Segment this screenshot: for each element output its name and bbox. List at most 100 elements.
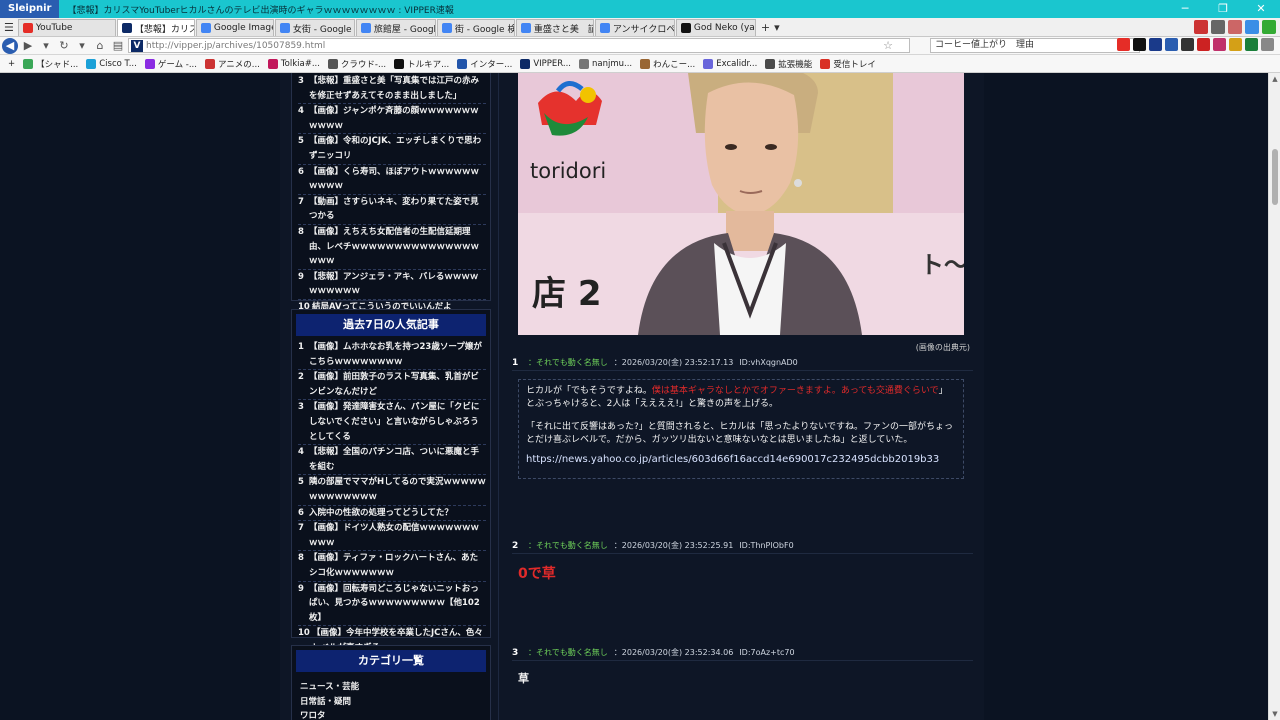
tab-list-icon[interactable]: ▾ — [774, 21, 780, 34]
ranking-item[interactable]: 3 【悲報】重盛さと美「写真集では江戸の赤みを修正せずあえてそのまま出しました」 — [298, 74, 486, 105]
bookmark-item[interactable]: インター... — [457, 58, 512, 70]
weekly-item[interactable]: 5 隣の部屋でママがHしてるので実況ｗｗｗｗｗｗｗｗｗｗｗｗｗ — [298, 475, 486, 506]
tab-google-image[interactable]: Google Image R... — [195, 19, 274, 36]
tab-google-ryokan[interactable]: 旅館屋 - Googl... — [355, 19, 436, 36]
tab-youtube[interactable]: YouTube — [17, 19, 116, 36]
ranking-item[interactable]: 6 【画像】くら寿司、ほぼアウトｗｗｗｗｗｗｗｗｗｗ — [298, 165, 486, 195]
app-logo[interactable]: Sleipnir — [0, 0, 60, 18]
weekly-item[interactable]: 3 【画像】発達障害女さん、パン屋に「クビにしないでください」と言いながらしゃぶろ… — [298, 400, 486, 446]
extension-icon[interactable] — [1197, 38, 1210, 51]
weekly-link[interactable]: 【画像】ムホホなお乳を持つ23歳ソープ嬢がこちらｗｗｗｗｗｗｗｗ — [309, 340, 486, 369]
weekly-link[interactable]: 入院中の性欲の処理ってどうしてた？ — [309, 506, 486, 521]
tab-google-onnagai[interactable]: 女街 - Google ... — [274, 19, 355, 36]
stop-icon[interactable]: ▾ — [74, 38, 90, 54]
ranking-link[interactable]: 【動画】さすらいネキ、変わり果てた姿で見つかる — [309, 195, 486, 224]
tab-label: 旅館屋 - Googl... — [373, 24, 436, 35]
image-credit-link[interactable]: (画像の出典元) — [916, 342, 970, 353]
reload-icon[interactable]: ↻ — [56, 38, 72, 54]
minimize-icon[interactable]: ─ — [1166, 0, 1204, 18]
weekly-item[interactable]: 1 【画像】ムホホなお乳を持つ23歳ソープ嬢がこちらｗｗｗｗｗｗｗｗ — [298, 340, 486, 371]
menu-icon[interactable]: ☰ — [4, 21, 14, 34]
bookmark-item[interactable]: Excalidr... — [703, 58, 757, 69]
tab-google-shigemori[interactable]: 重盛さと美 証... — [515, 19, 594, 36]
new-tab-icon[interactable]: + — [761, 21, 770, 34]
weekly-item[interactable]: 7 【画像】ドイツ人熟女の配信ｗｗｗｗｗｗｗｗｗｗ — [298, 521, 486, 552]
tab-x-god-neko[interactable]: God Neko (yaye... — [675, 19, 756, 36]
source-link[interactable]: https://news.yahoo.co.jp/articles/603d66… — [526, 454, 956, 467]
url-text[interactable]: http://vipper.jp/archives/10507859.html — [146, 41, 325, 51]
ranking-link[interactable]: 【画像】ジャンポケ斉藤の顔ｗｗｗｗｗｗｗｗｗｗｗ — [309, 104, 486, 133]
scroll-down-icon[interactable]: ▼ — [1269, 710, 1280, 718]
bookmark-item[interactable]: 【シャド... — [23, 58, 78, 70]
weekly-item[interactable]: 6 入院中の性欲の処理ってどうしてた？ — [298, 506, 486, 522]
bookmark-item[interactable]: Tolkia#... — [267, 58, 320, 69]
weekly-item[interactable]: 9 【画像】回転寿司どころじゃないニットおっぱい、見つかるｗｗｗｗｗｗｗｗｗ【他1… — [298, 582, 486, 627]
ranking-link[interactable]: 【悲報】アンジェラ・アキ、バレるｗｗｗｗｗｗｗｗｗｗ — [309, 270, 486, 299]
bookmark-item[interactable]: ゲーム -... — [144, 58, 197, 70]
bookmark-item[interactable]: 受信トレイ — [820, 58, 876, 70]
bookmark-item[interactable]: わんこー... — [640, 58, 695, 70]
tab-uncyclopedia[interactable]: アンサイクロペディ... — [594, 19, 675, 36]
weekly-link[interactable]: 【画像】ドイツ人熟女の配信ｗｗｗｗｗｗｗｗｗｗ — [309, 521, 486, 550]
post-date: ：2026/03/20(金) 23:52:34.06 — [613, 648, 734, 657]
page-icon[interactable]: ▤ — [110, 38, 126, 54]
history-dropdown-icon[interactable]: ▾ — [38, 38, 54, 54]
tab-vipper[interactable]: 【悲報】カリスマYo... — [116, 19, 195, 36]
youtube-icon[interactable] — [1117, 38, 1130, 51]
tab-google-machi[interactable]: 街 - Google 検索 — [436, 19, 515, 36]
extension-icon[interactable] — [1149, 38, 1162, 51]
extension-icon[interactable] — [1262, 20, 1276, 34]
ranking-link[interactable]: 【画像】令和のJCJK、エッチしまくりで思わずニッコリ — [309, 134, 486, 163]
bookmark-item[interactable]: アニメの... — [204, 58, 260, 70]
extension-icon[interactable] — [1229, 38, 1242, 51]
ranking-item[interactable]: 5 【画像】令和のJCJK、エッチしまくりで思わずニッコリ — [298, 134, 486, 165]
weekly-item[interactable]: 2 【画像】前田敦子のラスト写真集、乳首がビンビンなんだけど — [298, 370, 486, 401]
page-scrollbar[interactable]: ▲ ▼ — [1268, 73, 1280, 720]
weekly-item[interactable]: 4 【悲報】全国のパチンコ店、ついに悪魔と手を組む — [298, 445, 486, 476]
scroll-up-icon[interactable]: ▲ — [1269, 75, 1280, 83]
back-icon[interactable]: ◀ — [2, 37, 18, 54]
weekly-link[interactable]: 【画像】回転寿司どころじゃないニットおっぱい、見つかるｗｗｗｗｗｗｗｗｗ【他10… — [309, 582, 486, 626]
add-bookmark-icon[interactable]: + — [8, 59, 15, 69]
weekly-link[interactable]: 隣の部屋でママがHしてるので実況ｗｗｗｗｗｗｗｗｗｗｗｗｗ — [309, 475, 486, 504]
extension-icon[interactable] — [1194, 20, 1208, 34]
ranking-link[interactable]: 【悲報】重盛さと美「写真集では江戸の赤みを修正せずあえてそのまま出しました」 — [309, 74, 486, 103]
forward-icon[interactable]: ▶ — [20, 38, 36, 54]
extension-icon[interactable] — [1245, 20, 1259, 34]
scrollbar-thumb[interactable] — [1272, 149, 1278, 205]
bookmark-item[interactable]: トルキア... — [394, 58, 449, 70]
weekly-link[interactable]: 【画像】発達障害女さん、パン屋に「クビにしないでください」と言いながらしゃぶろう… — [309, 400, 486, 444]
home-icon[interactable]: ⌂ — [92, 38, 108, 54]
address-bar[interactable]: V http://vipper.jp/archives/10507859.htm… — [128, 38, 910, 53]
amazon-icon[interactable] — [1181, 38, 1194, 51]
category-link[interactable]: ニュース・芸能 — [300, 680, 482, 695]
weekly-link[interactable]: 【画像】ティファ・ロックハートさん、あたシコ化ｗｗｗｗｗｗｗ — [309, 551, 486, 580]
ranking-link[interactable]: 【画像】えちえち女配信者の生配信延期理由、レベチｗｗｗｗｗｗｗｗｗｗｗｗｗｗｗｗ… — [309, 225, 486, 269]
x-icon[interactable] — [1133, 38, 1146, 51]
ranking-item[interactable]: 8 【画像】えちえち女配信者の生配信延期理由、レベチｗｗｗｗｗｗｗｗｗｗｗｗｗｗｗ… — [298, 225, 486, 270]
weekly-item[interactable]: 8 【画像】ティファ・ロックハートさん、あたシコ化ｗｗｗｗｗｗｗ — [298, 551, 486, 582]
bookmark-item[interactable]: VIPPER... — [520, 58, 571, 69]
extension-icon[interactable] — [1165, 38, 1178, 51]
ranking-item[interactable]: 9 【悲報】アンジェラ・アキ、バレるｗｗｗｗｗｗｗｗｗｗ — [298, 270, 486, 300]
bookmark-item[interactable]: クラウド-... — [327, 58, 386, 70]
weekly-link[interactable]: 【悲報】全国のパチンコ店、ついに悪魔と手を組む — [309, 445, 486, 474]
bookmark-star-icon[interactable]: ☆ — [883, 39, 893, 52]
bookmark-item[interactable]: Cisco T... — [86, 58, 137, 69]
menu-icon[interactable] — [1261, 38, 1274, 51]
category-link[interactable]: ワロタ — [300, 709, 482, 720]
close-icon[interactable]: ✕ — [1242, 0, 1280, 18]
ranking-link[interactable]: 【画像】くら寿司、ほぼアウトｗｗｗｗｗｗｗｗｗｗ — [309, 165, 486, 194]
bookmark-item[interactable]: 拡張機能 — [765, 58, 812, 70]
category-link[interactable]: 日常話・疑問 — [300, 695, 482, 710]
extension-icon[interactable] — [1245, 38, 1258, 51]
yahoo-icon[interactable] — [1213, 38, 1226, 51]
ranking-item[interactable]: 7 【動画】さすらいネキ、変わり果てた姿で見つかる — [298, 195, 486, 225]
extension-icon[interactable] — [1211, 20, 1225, 34]
search-input[interactable]: コーヒー値上がり 理由 — [930, 38, 1140, 53]
weekly-link[interactable]: 【画像】前田敦子のラスト写真集、乳首がビンビンなんだけど — [309, 370, 486, 399]
extension-icon[interactable] — [1228, 20, 1242, 34]
ranking-item[interactable]: 4 【画像】ジャンポケ斉藤の顔ｗｗｗｗｗｗｗｗｗｗｗ — [298, 104, 486, 135]
bookmark-item[interactable]: nanjmu... — [578, 58, 632, 69]
maximize-icon[interactable]: ❐ — [1204, 0, 1242, 18]
